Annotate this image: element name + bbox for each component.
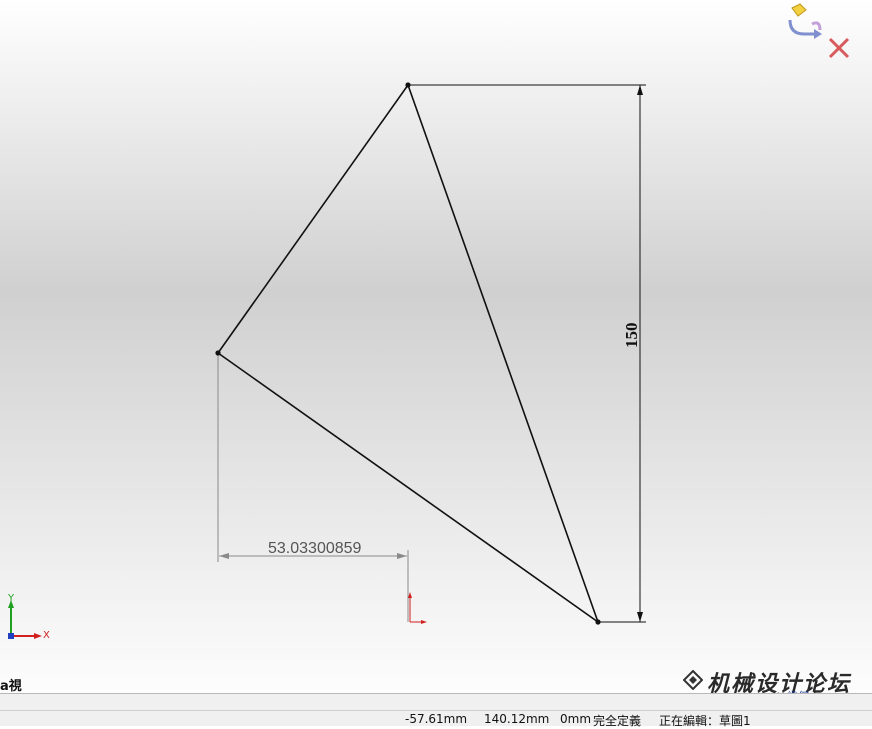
view-orientation-label: a視 — [0, 679, 22, 693]
close-icon[interactable] — [828, 37, 850, 59]
dimension-vertical-value[interactable]: 150 — [622, 323, 641, 349]
sketch-line-left[interactable] — [217, 84, 409, 354]
confirmation-corner — [788, 3, 850, 59]
status-editing: 正在編輯：草圖1 — [659, 714, 751, 728]
triad-y-label: Y — [7, 593, 15, 604]
triad-x-label: X — [43, 630, 50, 641]
graphics-area[interactable]: 150 53.03300859 Y X a視 — [0, 0, 872, 693]
dimension-vertical[interactable]: 150 — [410, 84, 646, 623]
status-y-coordinate: 140.12mm — [484, 712, 550, 726]
rebuild-confirm-icon[interactable] — [788, 3, 822, 39]
status-bar: -57.61mm 140.12mm 0mm 完全定義 正在編輯：草圖1 — [0, 693, 872, 728]
status-z-coordinate: 0mm — [560, 712, 592, 726]
sketch-line-right[interactable] — [407, 84, 599, 623]
status-divider — [0, 710, 872, 711]
sketch-point-top[interactable] — [405, 82, 411, 88]
sketch-canvas[interactable]: 150 53.03300859 Y X — [0, 0, 872, 693]
sketch-point-left[interactable] — [215, 350, 221, 356]
status-definition-state: 完全定義 — [593, 714, 642, 728]
status-x-coordinate: -57.61mm — [405, 712, 468, 726]
reference-triad-icon: Y X — [7, 593, 50, 641]
dimension-horizontal-value[interactable]: 53.03300859 — [268, 540, 362, 557]
sketch-origin-icon — [408, 592, 427, 624]
dimension-horizontal[interactable]: 53.03300859 — [217, 356, 409, 622]
sketch-point-bottom[interactable] — [595, 619, 601, 625]
